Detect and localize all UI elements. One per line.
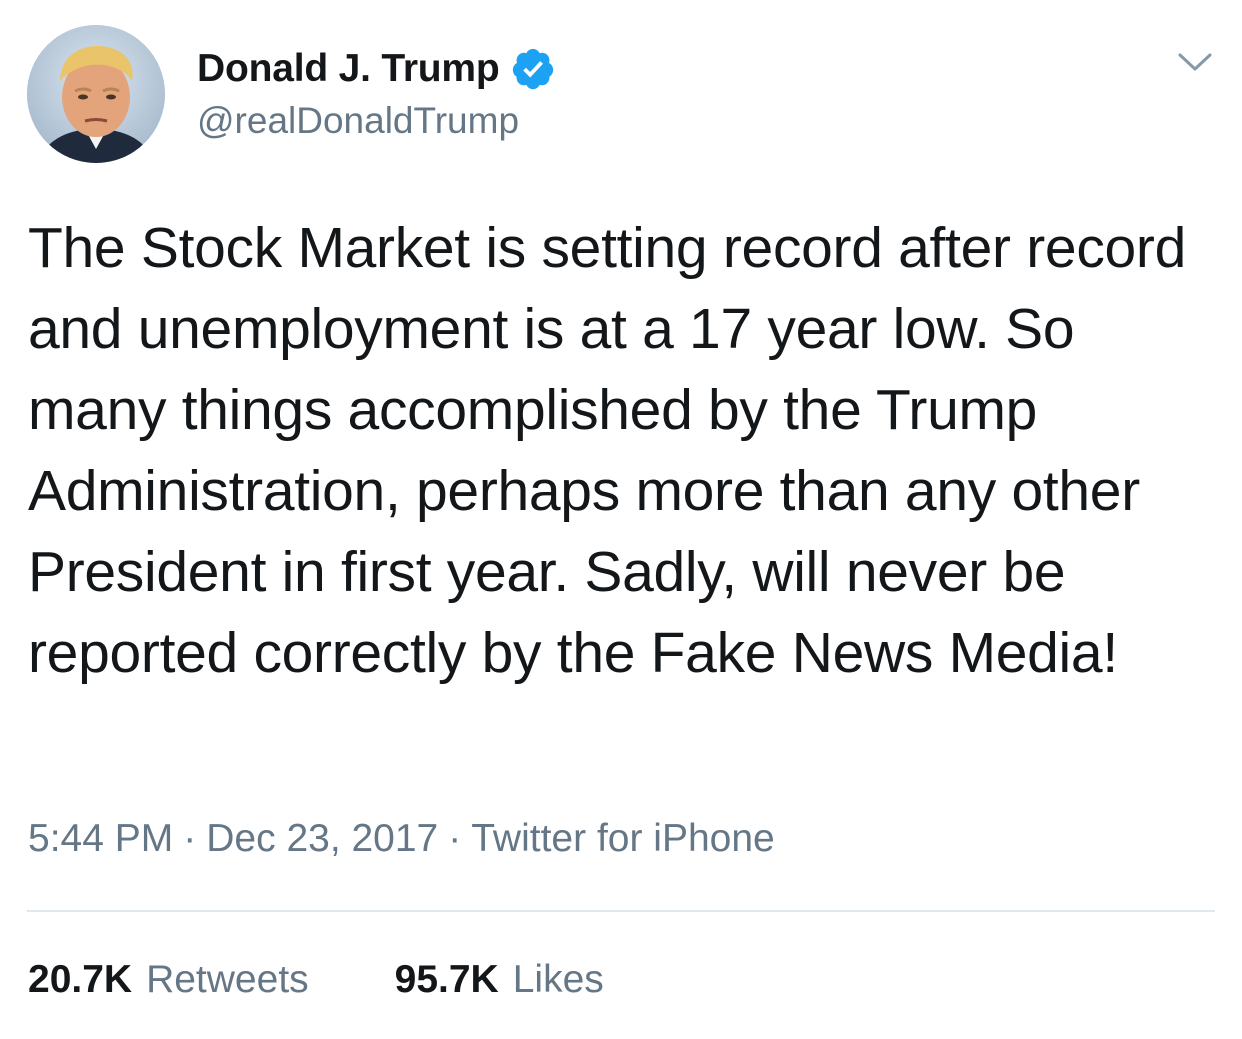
divider (27, 910, 1215, 912)
tweet-time[interactable]: 5:44 PM (28, 817, 173, 861)
retweets-stat[interactable]: 20.7K Retweets (28, 958, 309, 1002)
retweets-label: Retweets (146, 958, 309, 1001)
likes-label: Likes (512, 958, 604, 1001)
author-display-name[interactable]: Donald J. Trump (197, 47, 500, 91)
tweet-source[interactable]: Twitter for iPhone (471, 817, 774, 861)
avatar[interactable] (27, 25, 165, 163)
likes-stat[interactable]: 95.7K Likes (395, 958, 604, 1002)
tweet-text: The Stock Market is setting record after… (28, 216, 1187, 685)
likes-count: 95.7K (394, 958, 499, 1001)
retweets-count: 20.7K (28, 958, 133, 1001)
avatar-image (27, 25, 165, 163)
tweet-card: Donald J. Trump @realDonaldTrump The Sto… (0, 0, 1242, 1039)
tweet-meta: 5:44 PM · Dec 23, 2017 · Twitter for iPh… (28, 817, 775, 861)
chevron-down-icon[interactable] (1175, 46, 1215, 78)
verified-badge-icon (510, 46, 556, 92)
tweet-date[interactable]: Dec 23, 2017 (206, 817, 438, 861)
tweet-stats: 20.7K Retweets 95.7K Likes (28, 958, 604, 1002)
author-handle[interactable]: @realDonaldTrump (197, 100, 519, 142)
meta-separator: · (183, 817, 197, 860)
author-name-row[interactable]: Donald J. Trump (197, 44, 556, 94)
meta-separator: · (448, 817, 462, 860)
